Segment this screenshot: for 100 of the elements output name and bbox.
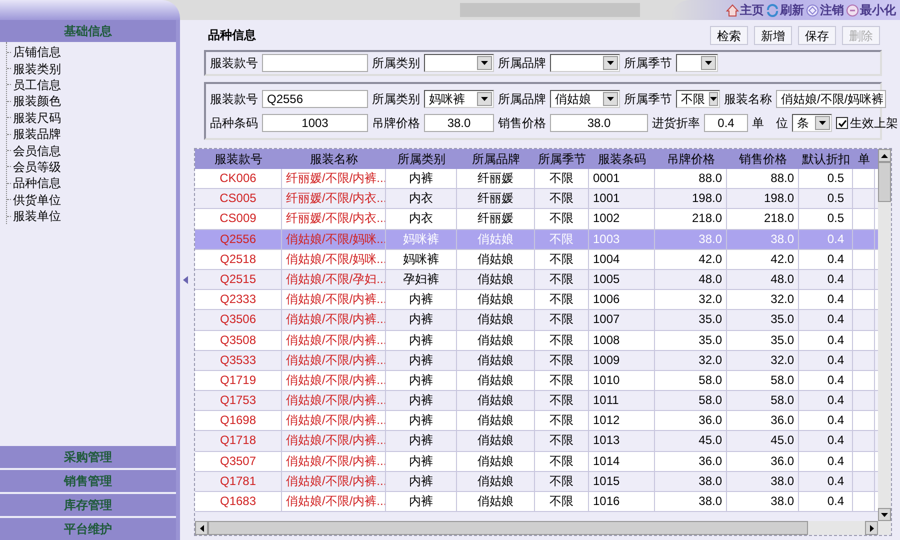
table-cell: 0.4 bbox=[827, 312, 844, 326]
table-cell: Q3506 bbox=[220, 312, 256, 326]
season-select[interactable]: 不限 bbox=[676, 90, 720, 108]
sidebar-item[interactable]: 供货单位 bbox=[13, 194, 61, 206]
brand-select[interactable] bbox=[550, 54, 620, 72]
sidebar-item[interactable]: 会员等级 bbox=[13, 160, 61, 173]
sidebar-item[interactable]: 服装尺码 bbox=[13, 112, 61, 124]
table-cell: 38.0 bbox=[698, 232, 722, 246]
table-cell: 内衣 bbox=[409, 211, 433, 226]
table-cell: 0.4 bbox=[827, 232, 844, 246]
scrollbar-thumb[interactable] bbox=[878, 162, 891, 202]
sidebar-item[interactable]: 会员信息 bbox=[13, 144, 61, 157]
table-cell: 1014 bbox=[593, 454, 620, 468]
vertical-scrollbar[interactable] bbox=[878, 149, 891, 521]
table-cell: 1001 bbox=[593, 191, 620, 206]
column-header[interactable]: 销售价格 bbox=[727, 149, 799, 169]
table-cell: 内裤 bbox=[409, 393, 433, 408]
table-cell: 俏姑娘 bbox=[478, 433, 514, 448]
scroll-left-icon[interactable] bbox=[200, 524, 204, 532]
name-field[interactable]: 俏姑娘/不限/妈咪裤 bbox=[776, 90, 886, 108]
scroll-right-icon[interactable] bbox=[870, 524, 874, 532]
table-cell: 俏姑娘 bbox=[478, 232, 514, 246]
column-header[interactable]: 所属品牌 bbox=[457, 149, 535, 169]
sidebar-item[interactable]: 品种信息 bbox=[13, 177, 61, 190]
table-cell: Q2518 bbox=[220, 252, 256, 266]
table-cell: 38.0 bbox=[770, 232, 794, 246]
field-label: 所属品牌 bbox=[498, 55, 546, 72]
table-cell: 36.0 bbox=[770, 413, 794, 428]
table-cell: 内裤 bbox=[409, 372, 433, 387]
sidebar-item[interactable]: 服装品牌 bbox=[13, 128, 61, 140]
sidebar-item[interactable]: 服装单位 bbox=[13, 210, 61, 222]
season-select[interactable] bbox=[676, 54, 718, 72]
table-cell: 1013 bbox=[593, 433, 620, 448]
nav-link[interactable]: 最小化 bbox=[846, 1, 896, 19]
column-header[interactable]: 吊牌价格 bbox=[655, 149, 727, 169]
scroll-down-icon[interactable] bbox=[881, 512, 888, 516]
column-header[interactable]: 默认折扣 bbox=[799, 149, 853, 169]
collapse-icon[interactable] bbox=[182, 276, 188, 284]
nav-link[interactable]: 刷新 bbox=[766, 1, 804, 19]
logout-icon bbox=[806, 4, 819, 16]
table-cell: 0001 bbox=[593, 171, 620, 185]
table-cell: 0.4 bbox=[827, 332, 844, 346]
table-cell: 88.0 bbox=[698, 171, 722, 185]
table-cell: Q1683 bbox=[220, 494, 256, 508]
sidebar-item[interactable]: 服装类别 bbox=[13, 62, 61, 75]
table-cell: 0.4 bbox=[827, 352, 844, 367]
nav-link[interactable]: 注销 bbox=[806, 1, 844, 19]
scroll-up-icon[interactable] bbox=[881, 154, 888, 158]
brand-select[interactable]: 俏姑娘 bbox=[550, 90, 620, 108]
category-select[interactable] bbox=[424, 54, 494, 72]
table-cell: 不限 bbox=[550, 252, 574, 266]
table-cell: 俏姑娘 bbox=[478, 352, 514, 367]
code-field[interactable]: Q2556 bbox=[262, 90, 368, 108]
table-cell: 0.4 bbox=[827, 272, 844, 286]
table-cell: 1002 bbox=[593, 211, 620, 226]
sale-price-field[interactable]: 38.0 bbox=[550, 114, 648, 132]
tag-price-field[interactable]: 38.0 bbox=[424, 114, 494, 132]
table-cell: 218.0 bbox=[692, 211, 722, 226]
table-cell: 不限 bbox=[550, 433, 574, 448]
barcode-field[interactable]: 1003 bbox=[262, 114, 368, 132]
sidebar-item[interactable]: 员工信息 bbox=[13, 78, 61, 91]
table-cell: 俏姑娘 bbox=[478, 372, 514, 387]
table-cell: Q1718 bbox=[220, 433, 256, 448]
table-cell: 不限 bbox=[550, 393, 574, 408]
table-cell: CK006 bbox=[220, 171, 256, 185]
toolbar-button[interactable]: 保存 bbox=[798, 26, 836, 44]
discount-field[interactable]: 0.4 bbox=[704, 114, 748, 132]
table-cell: 1007 bbox=[593, 312, 620, 326]
table-cell: 38.0 bbox=[770, 494, 794, 508]
sidebar-item[interactable]: 服装颜色 bbox=[13, 95, 61, 108]
toolbar-button[interactable]: 新增 bbox=[754, 26, 792, 44]
table-cell: 35.0 bbox=[770, 312, 794, 326]
table-cell: 0.4 bbox=[827, 252, 844, 266]
table-cell: 32.0 bbox=[770, 352, 794, 367]
table-cell: CS009 bbox=[220, 211, 256, 226]
field-label: 服装款号 bbox=[210, 55, 258, 72]
column-header[interactable]: 单 bbox=[853, 149, 875, 169]
category-select[interactable]: 妈咪裤 bbox=[424, 90, 494, 108]
dropdown-icon bbox=[709, 92, 718, 106]
refresh-icon bbox=[766, 4, 779, 16]
column-header[interactable]: 服装名称 bbox=[282, 149, 386, 169]
table-cell: 不限 bbox=[550, 372, 574, 387]
table-cell: 内裤 bbox=[409, 494, 433, 508]
sidebar-item[interactable]: 店铺信息 bbox=[13, 46, 61, 58]
toolbar-button[interactable]: 检索 bbox=[710, 26, 748, 44]
nav-link[interactable]: 主页 bbox=[726, 1, 764, 19]
column-header[interactable]: 服装条码 bbox=[589, 149, 655, 169]
column-header[interactable]: 所属类别 bbox=[386, 149, 457, 169]
table-cell: 58.0 bbox=[770, 372, 794, 387]
dropdown-icon bbox=[477, 56, 492, 70]
column-header[interactable]: 服装款号 bbox=[195, 149, 282, 169]
code-field[interactable] bbox=[262, 54, 368, 72]
table-cell: 48.0 bbox=[770, 272, 794, 286]
field-label: 所属品牌 bbox=[498, 91, 546, 108]
table-cell: 不限 bbox=[550, 191, 574, 206]
table-cell: 不限 bbox=[550, 454, 574, 468]
table-cell: Q3533 bbox=[220, 352, 256, 367]
unit-select[interactable]: 条 bbox=[792, 114, 832, 132]
column-header[interactable]: 所属季节 bbox=[535, 149, 589, 169]
checkbox[interactable] bbox=[836, 117, 848, 129]
